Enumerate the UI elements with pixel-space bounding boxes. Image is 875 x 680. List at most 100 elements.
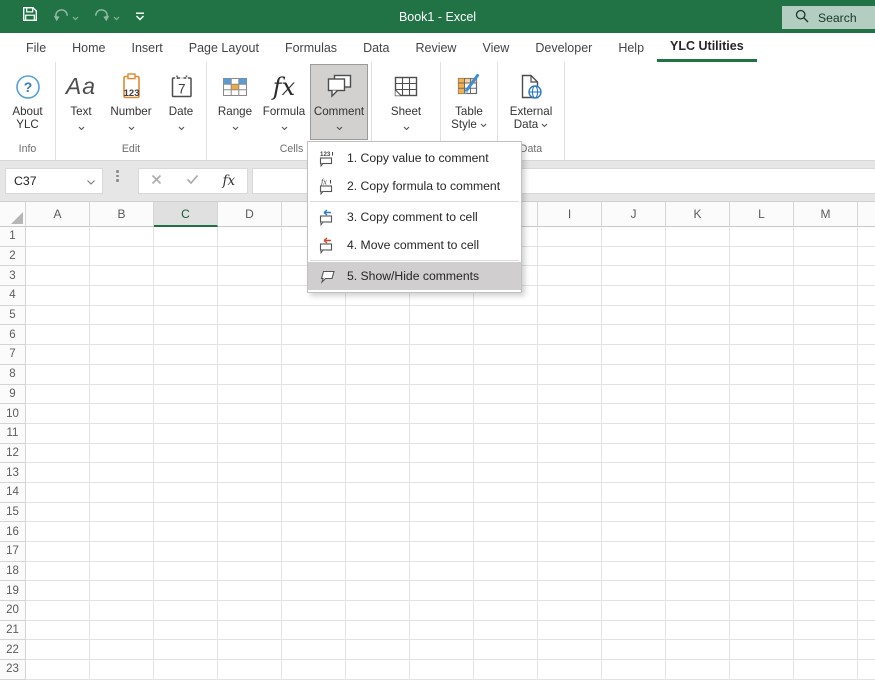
cell[interactable]	[538, 286, 602, 306]
row-header-23[interactable]: 23	[0, 660, 26, 680]
cell[interactable]	[858, 286, 875, 306]
cell[interactable]	[666, 246, 730, 267]
cell[interactable]	[858, 620, 875, 641]
row-header-20[interactable]: 20	[0, 601, 26, 621]
cell[interactable]	[602, 561, 666, 582]
cell[interactable]	[666, 443, 730, 464]
cell[interactable]	[730, 384, 794, 405]
cell[interactable]	[218, 660, 282, 680]
cell[interactable]	[538, 404, 602, 424]
cell[interactable]	[90, 345, 154, 365]
cell[interactable]	[90, 542, 154, 562]
cell[interactable]	[410, 640, 474, 661]
cell[interactable]	[90, 227, 154, 247]
cell[interactable]	[346, 581, 410, 602]
cell[interactable]	[154, 482, 218, 503]
cell[interactable]	[730, 423, 794, 444]
cell[interactable]	[90, 423, 154, 444]
cell[interactable]	[858, 423, 875, 444]
cell[interactable]	[346, 364, 410, 385]
tab-insert[interactable]: Insert	[119, 33, 176, 62]
cell[interactable]	[282, 443, 346, 464]
cell[interactable]	[858, 502, 875, 523]
cell[interactable]	[474, 502, 538, 523]
cell[interactable]	[474, 305, 538, 326]
cell[interactable]	[666, 404, 730, 424]
insert-function-icon[interactable]: fx	[222, 173, 235, 189]
cell[interactable]	[794, 305, 858, 326]
cell[interactable]	[410, 561, 474, 582]
text-button[interactable]: Aa Text	[58, 64, 104, 140]
cell[interactable]	[410, 384, 474, 405]
row-header-4[interactable]: 4	[0, 286, 26, 306]
tab-formulas[interactable]: Formulas	[272, 33, 350, 62]
cell[interactable]	[410, 482, 474, 503]
cell[interactable]	[538, 561, 602, 582]
cell[interactable]	[858, 542, 875, 562]
customize-toolbar-icon[interactable]	[134, 8, 146, 26]
row-header-12[interactable]: 12	[0, 443, 26, 464]
cell[interactable]	[666, 227, 730, 247]
cell[interactable]	[666, 423, 730, 444]
cell[interactable]	[538, 482, 602, 503]
cell[interactable]	[602, 660, 666, 680]
cell[interactable]	[346, 542, 410, 562]
cell[interactable]	[538, 502, 602, 523]
cell[interactable]	[794, 227, 858, 247]
cell[interactable]	[794, 246, 858, 267]
cell[interactable]	[26, 227, 90, 247]
cell[interactable]	[26, 640, 90, 661]
cell[interactable]	[858, 404, 875, 424]
cell[interactable]	[602, 620, 666, 641]
cell[interactable]	[282, 404, 346, 424]
cell[interactable]	[538, 660, 602, 680]
column-header-M[interactable]: M	[794, 202, 858, 227]
cell[interactable]	[154, 266, 218, 287]
column-header-J[interactable]: J	[602, 202, 666, 227]
row-header-2[interactable]: 2	[0, 246, 26, 267]
cell[interactable]	[602, 522, 666, 542]
cell[interactable]	[858, 581, 875, 602]
cell[interactable]	[218, 542, 282, 562]
cell[interactable]	[474, 423, 538, 444]
cell[interactable]	[154, 384, 218, 405]
cell[interactable]	[26, 345, 90, 365]
tab-data[interactable]: Data	[350, 33, 402, 62]
cell[interactable]	[346, 482, 410, 503]
cell[interactable]	[346, 325, 410, 346]
row-header-3[interactable]: 3	[0, 266, 26, 287]
cell[interactable]	[410, 581, 474, 602]
cell[interactable]	[794, 660, 858, 680]
cell[interactable]	[26, 286, 90, 306]
cell[interactable]	[794, 364, 858, 385]
cell[interactable]	[602, 404, 666, 424]
cell[interactable]	[858, 561, 875, 582]
column-header-C[interactable]: C	[154, 202, 218, 227]
cell[interactable]	[218, 345, 282, 365]
cell[interactable]	[410, 404, 474, 424]
cell[interactable]	[410, 660, 474, 680]
cell[interactable]	[666, 660, 730, 680]
comment-button[interactable]: Comment	[310, 64, 368, 140]
cell[interactable]	[218, 404, 282, 424]
cell[interactable]	[218, 325, 282, 346]
cell[interactable]	[90, 640, 154, 661]
cell[interactable]	[282, 522, 346, 542]
cell[interactable]	[666, 542, 730, 562]
cell[interactable]	[90, 325, 154, 346]
cell[interactable]	[666, 502, 730, 523]
search-box[interactable]: Search	[782, 6, 875, 29]
range-button[interactable]: Range	[212, 64, 258, 140]
cell[interactable]	[474, 443, 538, 464]
cell[interactable]	[90, 463, 154, 483]
cell[interactable]	[602, 482, 666, 503]
cell[interactable]	[666, 364, 730, 385]
cell[interactable]	[794, 561, 858, 582]
cell[interactable]	[282, 482, 346, 503]
cell[interactable]	[346, 423, 410, 444]
cell[interactable]	[410, 502, 474, 523]
cell[interactable]	[154, 581, 218, 602]
cell[interactable]	[90, 364, 154, 385]
cell[interactable]	[218, 286, 282, 306]
cell[interactable]	[474, 561, 538, 582]
